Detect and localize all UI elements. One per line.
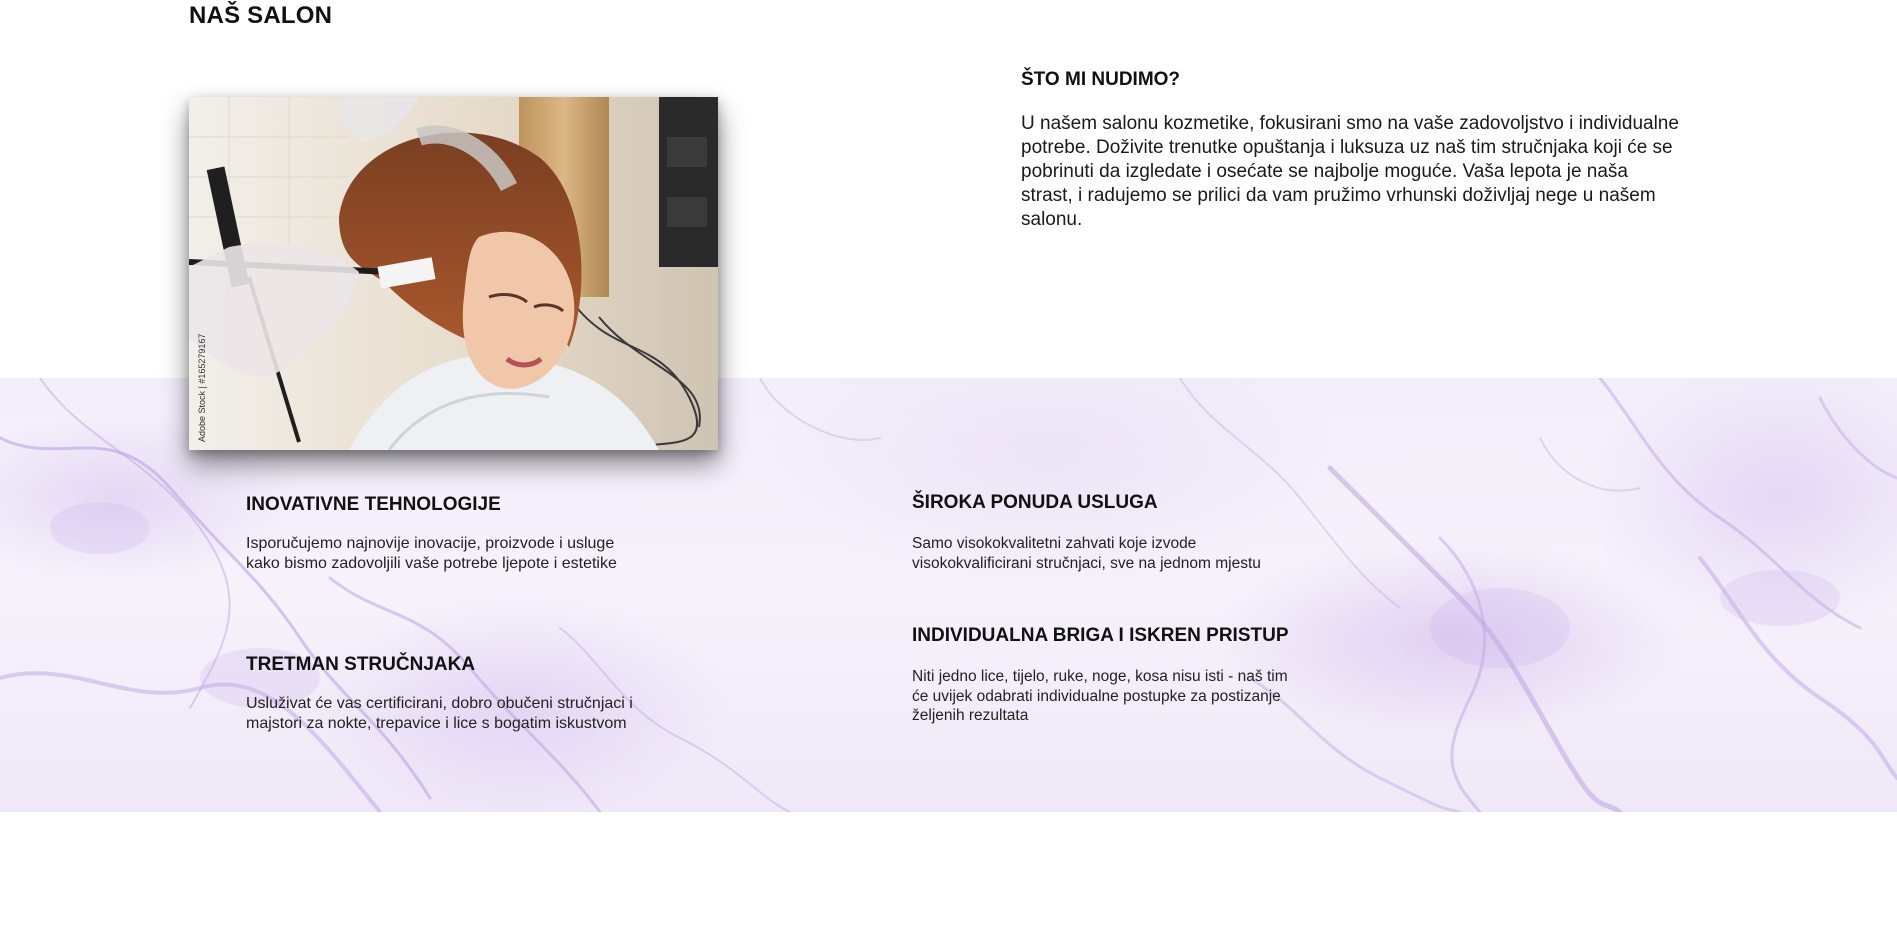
feature-expert-treatment: TRETMAN STRUČNJAKA Usluživat će vas cert… <box>246 654 636 734</box>
feature-individual-care: INDIVIDUALNA BRIGA I ISKREN PRISTUP Niti… <box>912 625 1292 726</box>
feature-text: Niti jedno lice, tijelo, ruke, noge, kos… <box>912 668 1288 724</box>
feature-text: Usluživat će vas certificirani, dobro ob… <box>246 695 633 732</box>
offer-text: U našem salonu kozmetike, fokusirani smo… <box>1021 113 1679 230</box>
feature-innovative-tech: INOVATIVNE TEHNOLOGIJE Isporučujemo najn… <box>246 494 636 574</box>
section-title: NAŠ SALON <box>189 2 333 29</box>
offer-title: ŠTO MI NUDIMO? <box>1021 69 1181 90</box>
page: NAŠ SALON Adobe Stock | #165279167 ŠTO M… <box>0 0 1897 943</box>
feature-title: INOVATIVNE TEHNOLOGIJE <box>246 494 501 515</box>
feature-wide-services: ŠIROKA PONUDA USLUGA Samo visokokvalitet… <box>912 492 1292 573</box>
hair-coloring-image: Adobe Stock | #165279167 <box>189 97 718 450</box>
salon-photo: Adobe Stock | #165279167 <box>189 97 718 450</box>
photo-watermark: Adobe Stock | #165279167 <box>197 334 207 442</box>
feature-text: Isporučujemo najnovije inovacije, proizv… <box>246 535 617 572</box>
feature-title: ŠIROKA PONUDA USLUGA <box>912 492 1158 513</box>
feature-text: Samo visokokvalitetni zahvati koje izvod… <box>912 535 1261 572</box>
feature-title: TRETMAN STRUČNJAKA <box>246 654 476 675</box>
feature-title: INDIVIDUALNA BRIGA I ISKREN PRISTUP <box>912 625 1289 646</box>
